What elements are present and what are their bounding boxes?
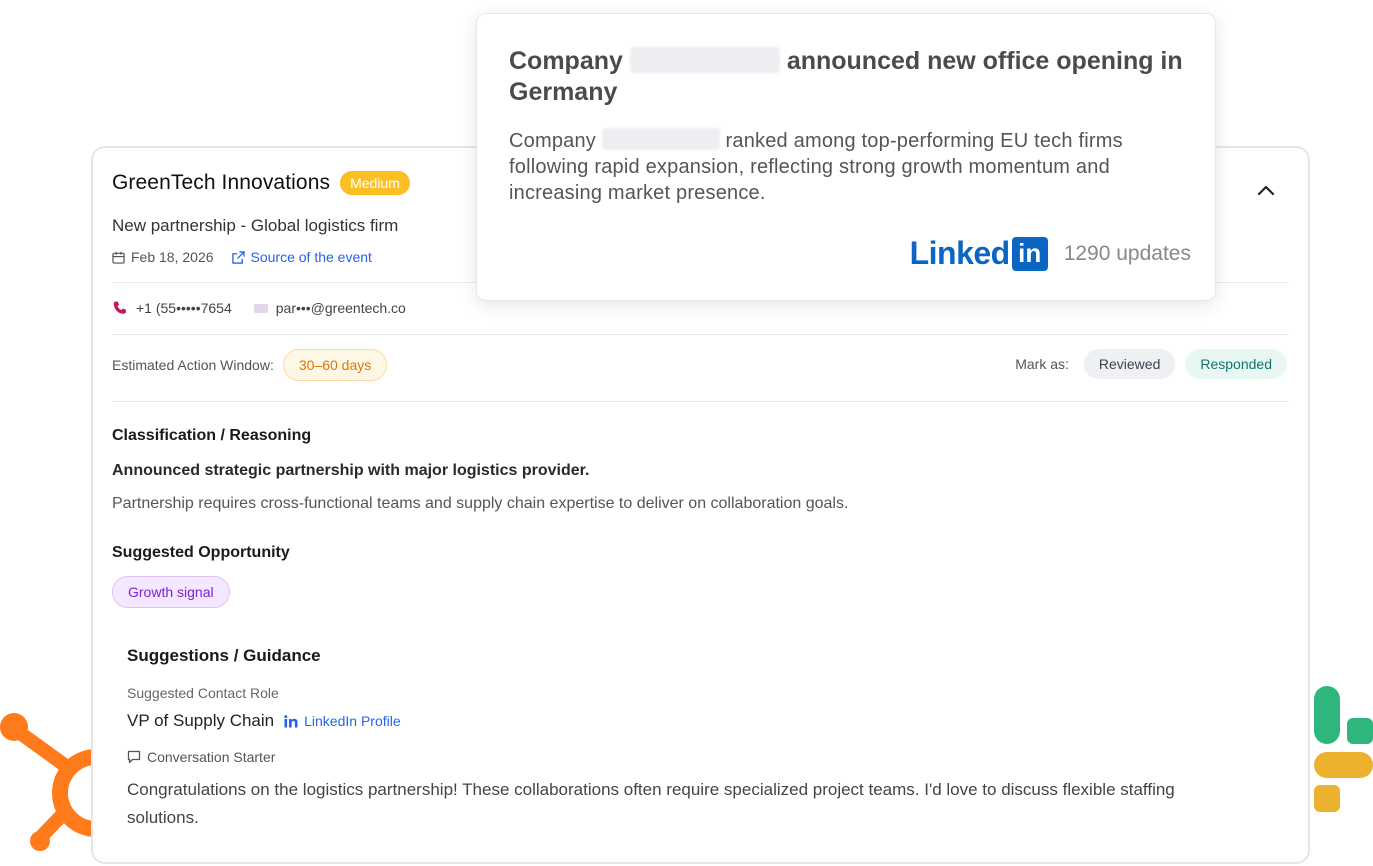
source-link-text[interactable]: Source of the event [251, 249, 372, 265]
classification-heading: Classification / Reasoning [112, 427, 312, 444]
priority-badge: Medium [340, 171, 410, 195]
linkedin-icon [284, 714, 298, 727]
action-window-label: Estimated Action Window: [112, 357, 274, 373]
reason-detail: Partnership requires cross-functional te… [112, 495, 849, 512]
mark-as-label: Mark as: [1015, 356, 1069, 372]
reviewed-button[interactable]: Reviewed [1083, 349, 1176, 379]
contact-info: +1 (55•••••7654 par•••@greentech.co [112, 300, 406, 316]
popup-body: Company ranked among top-performing EU t… [509, 128, 1199, 206]
mark-as-controls: Mark as: Reviewed Responded [1015, 349, 1287, 379]
conversation-starter-text: Congratulations on the logistics partner… [127, 780, 1175, 827]
update-count: 1290 updates [1063, 241, 1191, 265]
linkedin-logo-word: Linked [909, 235, 1011, 271]
redacted-company-name [629, 47, 780, 73]
reason-headline: Announced strategic partnership with maj… [112, 462, 590, 479]
opportunity-heading: Suggested Opportunity [112, 544, 290, 561]
external-link-icon [231, 250, 245, 264]
email-text: par•••@greentech.co [275, 300, 406, 316]
action-window-badge: 30–60 days [282, 349, 388, 381]
guidance-heading: Suggestions / Guidance [127, 646, 321, 665]
redacted-company-name [601, 128, 720, 150]
responded-button[interactable]: Responded [1185, 349, 1287, 379]
event-date-text: Feb 18, 2026 [131, 249, 214, 265]
opportunity-tag: Growth signal [112, 576, 230, 608]
news-popup: Company announced new office opening in … [476, 13, 1216, 301]
chat-bubble-icon [127, 750, 141, 764]
linkedin-profile-text[interactable]: LinkedIn Profile [304, 713, 401, 729]
phone-text: +1 (55•••••7654 [136, 300, 232, 316]
phone[interactable]: +1 (55•••••7654 [112, 300, 232, 316]
linkedin-logo-box: in [1011, 236, 1048, 271]
company-header: GreenTech Innovations Medium [112, 171, 410, 195]
popup-title: Company announced new office opening in … [509, 46, 1199, 108]
starter-label-text: Conversation Starter [147, 749, 276, 765]
event-meta: Feb 18, 2026 Source of the event [112, 249, 372, 265]
contact-role-label: Suggested Contact Role [127, 685, 279, 701]
mail-icon [253, 303, 268, 313]
divider [112, 334, 1289, 335]
popup-title-start: Company [509, 47, 623, 75]
source-link[interactable]: Source of the event [231, 249, 372, 265]
popup-body-start: Company [509, 130, 596, 152]
event-date: Feb 18, 2026 [112, 249, 214, 265]
email[interactable]: par•••@greentech.co [253, 300, 406, 316]
contact-role-row: VP of Supply Chain LinkedIn Profile [127, 711, 401, 731]
collapse-button[interactable] [1254, 178, 1278, 202]
linkedin-profile-link[interactable]: LinkedIn Profile [284, 713, 401, 729]
chevron-up-icon [1257, 185, 1275, 196]
company-name: GreenTech Innovations [112, 171, 331, 194]
action-window: Estimated Action Window: 30–60 days [112, 349, 388, 381]
event-title: New partnership - Global logistics firm [112, 216, 399, 235]
linkedin-logo: Linked in [910, 235, 1048, 272]
conversation-starter-label: Conversation Starter [127, 749, 275, 765]
calendar-icon [112, 251, 125, 264]
divider [112, 401, 1289, 402]
phone-icon [113, 301, 126, 314]
popup-footer: Linked in 1290 updates [910, 235, 1191, 272]
contact-role: VP of Supply Chain [127, 711, 275, 730]
